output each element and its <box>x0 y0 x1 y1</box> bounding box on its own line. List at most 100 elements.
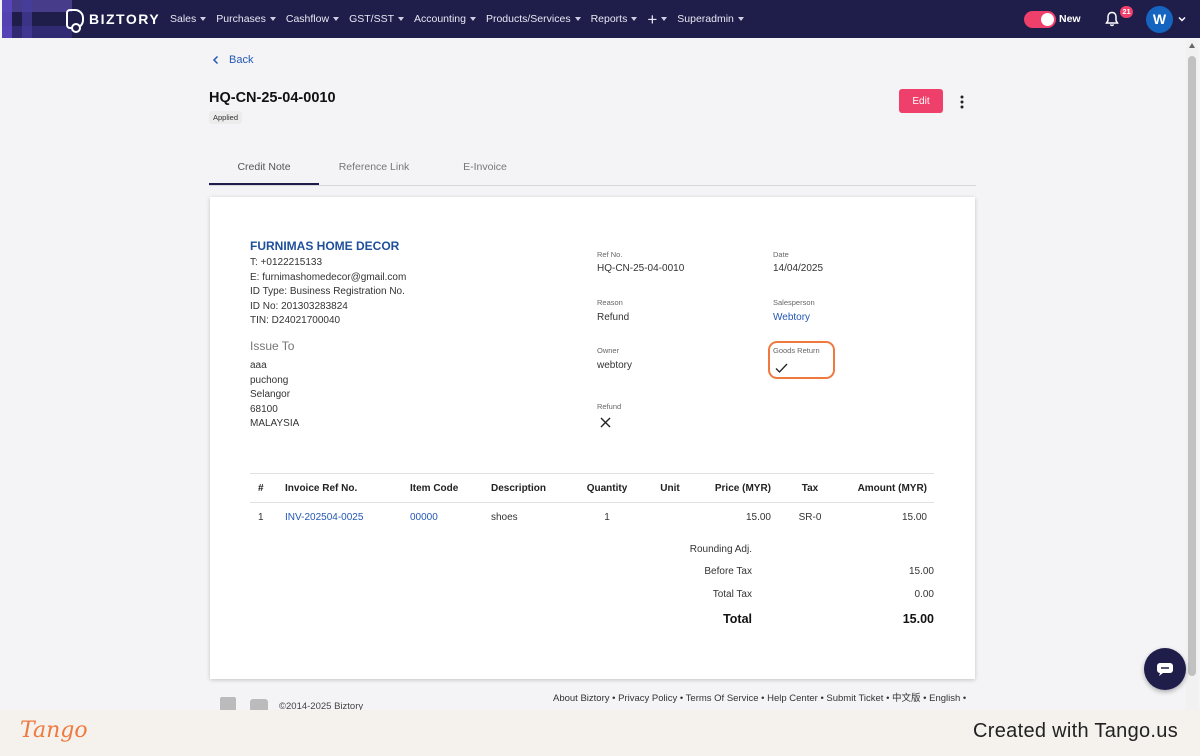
salesperson-link[interactable]: Webtory <box>773 312 810 323</box>
user-avatar[interactable]: W <box>1146 6 1173 33</box>
ref-no-label: Ref No. <box>597 250 623 259</box>
tab-credit-note[interactable]: Credit Note <box>209 150 319 185</box>
item-price: 15.00 <box>745 512 771 523</box>
tango-logo: Tango <box>20 718 88 743</box>
column-header: Unit <box>660 483 680 494</box>
rounding-adj-label: Rounding Adj. <box>689 544 752 555</box>
toggle-label: New <box>1059 13 1081 25</box>
tango-watermark-bar: Tango Created with Tango.us <box>0 710 1200 756</box>
address-line: Selangor <box>250 389 291 401</box>
reason-value: Refund <box>597 312 630 323</box>
owner-value: webtory <box>597 360 633 371</box>
address-line: MALAYSIA <box>250 418 300 430</box>
main-menu: Sales Purchases Cashflow GST/SST Account… <box>170 0 754 38</box>
more-options-icon[interactable] <box>958 94 966 110</box>
company-email: E: furnimashomedecor@gmail.com <box>250 271 407 283</box>
company-details: T: +0122215133 E: furnimashomedecor@gmai… <box>250 256 406 329</box>
chevron-down-icon <box>631 17 638 21</box>
before-tax-value: 15.00 <box>908 566 934 577</box>
menu-item-quick-add[interactable]: + <box>647 9 668 29</box>
menu-item-sales[interactable]: Sales <box>170 13 207 25</box>
reason-label: Reason <box>597 298 623 307</box>
tab-reference-link[interactable]: Reference Link <box>319 150 429 185</box>
footer-links[interactable]: About Biztory • Privacy Policy • Terms O… <box>553 690 966 704</box>
tab-bar: Credit Note Reference Link E-Invoice <box>209 150 976 186</box>
chevron-down-icon <box>269 17 276 21</box>
menu-item-reports[interactable]: Reports <box>591 13 638 25</box>
menu-item-label: Accounting <box>414 13 466 25</box>
scroll-up-arrow-icon[interactable] <box>1189 43 1195 48</box>
total-tax-value: 0.00 <box>914 589 934 600</box>
biztory-logo-icon <box>66 9 84 33</box>
column-header: Price (MYR) <box>714 483 771 494</box>
total-tax-label: Total Tax <box>712 589 752 600</box>
total-value: 15.00 <box>902 612 934 626</box>
brand-name: BIZTORY <box>89 11 161 27</box>
page-scrollbar[interactable] <box>1186 40 1198 710</box>
item-unit <box>650 503 690 533</box>
status-badge: Applied <box>209 111 243 124</box>
company-id-no: ID No: 201303283824 <box>250 300 348 312</box>
column-header: # <box>258 483 264 494</box>
menu-item-label: Cashflow <box>285 13 330 25</box>
scrollbar-thumb[interactable] <box>1188 56 1196 676</box>
chevron-down-icon <box>661 17 668 21</box>
before-tax-label: Before Tax <box>704 566 752 577</box>
brand-logo[interactable]: BIZTORY <box>66 9 161 33</box>
notification-count-badge: 21 <box>1120 6 1133 18</box>
address-line: aaa <box>250 360 267 371</box>
menu-item-label: GST/SST <box>349 13 394 25</box>
chevron-down-icon <box>737 17 744 21</box>
brand-mosaic-decoration <box>2 0 72 38</box>
date-label: Date <box>773 250 789 259</box>
table-header-row: # Invoice Ref No. Item Code Description … <box>250 473 934 503</box>
company-name: FURNIMAS HOME DECOR <box>250 239 400 253</box>
chevron-down-icon <box>200 17 207 21</box>
chevron-down-icon <box>574 17 581 21</box>
date-value: 14/04/2025 <box>773 263 824 274</box>
item-amount: 15.00 <box>901 512 927 523</box>
bell-icon[interactable] <box>1105 11 1119 27</box>
check-icon <box>775 363 788 373</box>
column-header: Tax <box>801 483 819 494</box>
invoice-ref-link[interactable]: INV-202504-0025 <box>285 503 363 533</box>
menu-item-superadmin[interactable]: Superadmin <box>677 13 744 25</box>
chevron-down-icon <box>469 17 476 21</box>
plus-icon: + <box>647 9 658 29</box>
item-description: shoes <box>491 512 518 523</box>
tab-e-invoice[interactable]: E-Invoice <box>430 150 540 185</box>
menu-item-cashflow[interactable]: Cashflow <box>285 13 340 25</box>
line-items-table: # Invoice Ref No. Item Code Description … <box>250 473 934 533</box>
new-ui-toggle[interactable] <box>1024 11 1056 28</box>
menu-item-accounting[interactable]: Accounting <box>414 13 476 25</box>
back-label: Back <box>229 54 254 66</box>
item-quantity: 1 <box>604 512 610 523</box>
menu-item-label: Products/Services <box>485 13 571 25</box>
menu-item-products-services[interactable]: Products/Services <box>486 13 581 25</box>
issue-to-title: Issue To <box>250 339 295 353</box>
issue-to-address: aaa puchong Selangor 68100 MALAYSIA <box>250 359 299 432</box>
item-code-link[interactable]: 00000 <box>410 503 438 533</box>
company-phone: T: +0122215133 <box>250 257 323 268</box>
address-line: puchong <box>250 374 289 386</box>
menu-item-gst-sst[interactable]: GST/SST <box>349 13 404 25</box>
row-number: 1 <box>258 512 264 523</box>
company-id-type: ID Type: Business Registration No. <box>250 286 405 298</box>
column-header: Item Code <box>410 483 459 494</box>
total-label: Total <box>723 612 752 626</box>
chevron-down-icon[interactable] <box>1178 15 1186 23</box>
goods-return-label: Goods Return <box>773 346 820 355</box>
column-header: Description <box>491 483 547 494</box>
support-chat-button[interactable] <box>1144 648 1186 690</box>
back-link[interactable]: Back <box>212 54 253 66</box>
menu-item-purchases[interactable]: Purchases <box>216 13 276 25</box>
credit-note-document: FURNIMAS HOME DECOR T: +0122215133 E: fu… <box>210 197 975 679</box>
tango-created-text: Created with Tango.us <box>973 720 1178 742</box>
refund-label: Refund <box>597 402 622 411</box>
top-navigation-bar: BIZTORY Sales Purchases Cashflow GST/SST… <box>2 0 1200 38</box>
column-header: Quantity <box>586 483 628 494</box>
address-line: 68100 <box>250 403 278 415</box>
edit-button[interactable]: Edit <box>899 89 943 113</box>
column-header: Invoice Ref No. <box>285 483 358 494</box>
x-icon <box>600 417 611 428</box>
